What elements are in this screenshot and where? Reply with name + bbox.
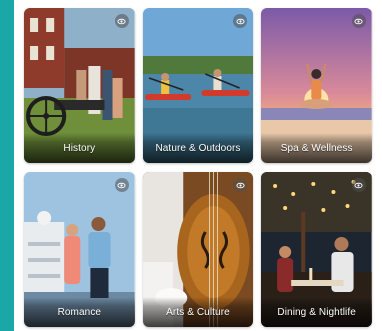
eye-icon[interactable] — [114, 178, 129, 192]
category-label-bar: Romance — [24, 297, 135, 327]
category-label: History — [63, 142, 96, 154]
category-card-history[interactable]: History — [24, 8, 135, 163]
category-label: Spa & Wellness — [280, 142, 353, 154]
category-card-nature-outdoors[interactable]: Nature & Outdoors — [142, 8, 254, 163]
category-card-dining-nightlife[interactable]: Dining & Nightlife — [261, 172, 372, 327]
category-label: Romance — [57, 306, 102, 318]
category-card-romance[interactable]: Romance — [24, 172, 135, 327]
eye-icon[interactable] — [114, 14, 129, 28]
category-card-spa-wellness[interactable]: Spa & Wellness — [261, 8, 372, 163]
category-label-bar: History — [24, 133, 135, 163]
eye-icon[interactable] — [351, 178, 366, 192]
category-label-bar: Dining & Nightlife — [261, 297, 372, 327]
category-label: Nature & Outdoors — [155, 142, 241, 154]
category-grid: History Nature & Outdoors Spa & Wellness… — [24, 8, 372, 331]
eye-icon[interactable] — [351, 14, 366, 28]
category-label-bar: Arts & Culture — [142, 297, 254, 327]
category-label: Arts & Culture — [166, 306, 230, 318]
category-label-bar: Spa & Wellness — [261, 133, 372, 163]
category-label: Dining & Nightlife — [277, 306, 356, 318]
category-label-bar: Nature & Outdoors — [142, 133, 254, 163]
category-card-arts-culture[interactable]: Arts & Culture — [142, 172, 254, 327]
category-panel: History Nature & Outdoors Spa & Wellness… — [14, 0, 382, 331]
